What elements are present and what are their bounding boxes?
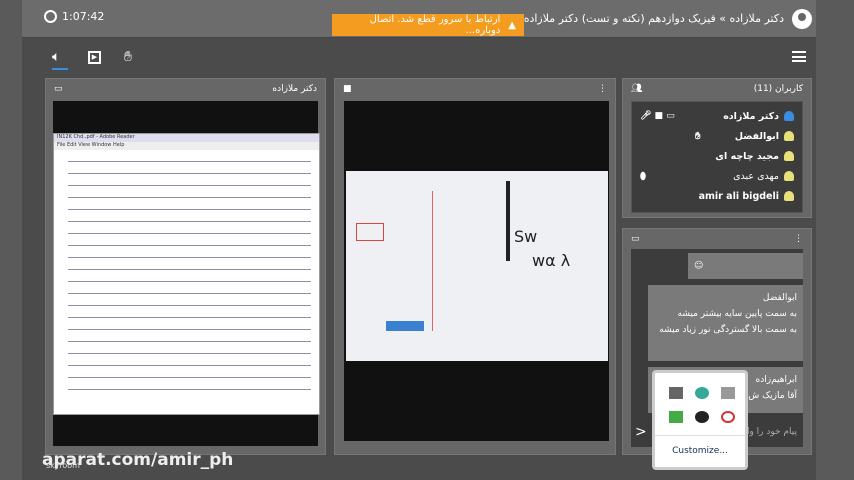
system-tray-popup: Customize... bbox=[652, 370, 748, 470]
document-window: IN12K Chd..pdf - Adobe Reader File Edit … bbox=[53, 133, 320, 415]
settings-icon[interactable] bbox=[721, 387, 735, 399]
user-icon bbox=[784, 151, 794, 161]
disconnected-icon: ⬮ bbox=[640, 170, 646, 182]
clock-icon bbox=[44, 10, 57, 23]
record-icon[interactable] bbox=[721, 411, 735, 423]
user-icon bbox=[784, 111, 794, 121]
doc-title: IN12K Chd..pdf - Adobe Reader bbox=[54, 134, 319, 142]
shared-screen: IN12K Chd..pdf - Adobe Reader File Edit … bbox=[53, 101, 320, 446]
media-icons: 🎤︎ ■ ▭ bbox=[640, 111, 675, 121]
user-item[interactable]: amir ali bigdeli bbox=[640, 186, 794, 206]
user-name: مهدی عبدی bbox=[733, 170, 779, 182]
user-avatar-icon[interactable] bbox=[792, 9, 812, 29]
user-item[interactable]: ✋︎ ابوالفضل bbox=[640, 126, 794, 146]
timer-text: 1:07:42 bbox=[62, 10, 105, 23]
users-panel: 👥︎ کاربران (11) 🎤︎ ■ ▭ دکتر ملازاده ✋︎ ابوا… bbox=[622, 78, 812, 218]
users-icon: 👥︎ bbox=[631, 84, 643, 94]
message-line: به سمت پایین سایه بیشتر میشه bbox=[677, 309, 797, 319]
user-icon bbox=[784, 131, 794, 141]
page-title: دکتر ملازاده » فیزیک دوازدهم (نکته و تست… bbox=[523, 12, 784, 25]
raised-hand-icon: ✋︎ bbox=[695, 130, 701, 142]
user-name: مجید چاچه ای bbox=[715, 150, 779, 162]
video-camera-icon: ■ bbox=[343, 84, 352, 94]
user-icon bbox=[784, 171, 794, 181]
whiteboard: Sw wα λ bbox=[346, 171, 608, 361]
brand-logo: skyroom bbox=[46, 461, 80, 470]
raise-hand-icon[interactable]: ✋︎ bbox=[124, 49, 132, 65]
video-panel: ■ ⋮ Sw wα λ bbox=[334, 78, 616, 455]
chat-options-icon[interactable]: ⋮ bbox=[794, 234, 803, 244]
menu-icon[interactable] bbox=[792, 51, 806, 62]
screen-share-panel: ▭ دکتر ملازاده IN12K Chd..pdf - Adobe Rea… bbox=[45, 78, 326, 455]
message-line: به سمت بالا گسترد‌گی نور زیاد میشه bbox=[659, 325, 797, 335]
message-sender: ابوالفضل bbox=[762, 293, 797, 303]
user-name: دکتر ملازاده bbox=[723, 110, 779, 122]
top-bar: 1:07:42 ▲ ارتباط با سرور قطع شد. اتصال دو… bbox=[22, 0, 816, 38]
panel-title: دکتر ملازاده bbox=[272, 84, 317, 94]
webcam-video: Sw wα λ bbox=[344, 101, 609, 441]
customize-link[interactable]: Customize... bbox=[655, 435, 745, 456]
connection-warning[interactable]: ▲ ارتباط با سرور قطع شد. اتصال دوباره... bbox=[332, 14, 524, 36]
network-icon[interactable] bbox=[669, 387, 683, 399]
chat-icon: ▭ bbox=[631, 234, 640, 244]
user-name: amir ali bigdeli bbox=[698, 190, 779, 202]
app-icon[interactable] bbox=[695, 411, 709, 423]
browser-icon[interactable] bbox=[695, 387, 709, 399]
session-timer: 1:07:42 bbox=[44, 10, 104, 23]
presentation-icon[interactable]: ▶ bbox=[88, 51, 101, 64]
user-icon bbox=[784, 191, 794, 201]
users-title: کاربران (11) bbox=[753, 84, 803, 94]
user-name: ابوالفضل bbox=[734, 130, 779, 142]
user-item[interactable]: ⬮ مهدی عبدی bbox=[640, 166, 794, 186]
user-list: 🎤︎ ■ ▭ دکتر ملازاده ✋︎ ابوالفضل مجید چاچه … bbox=[631, 101, 803, 213]
user-item[interactable]: مجید چاچه ای bbox=[640, 146, 794, 166]
speaker-icon[interactable]: 🔈︎ bbox=[52, 49, 60, 65]
laptop-icon: ▭ bbox=[54, 84, 63, 94]
warning-icon: ▲ bbox=[508, 19, 516, 31]
warning-text: ارتباط با سرور قطع شد. اتصال دوباره... bbox=[369, 14, 501, 36]
toolbar: 🔈︎ ▶ ✋︎ bbox=[22, 39, 816, 75]
more-options-icon[interactable]: ⋮ bbox=[598, 84, 607, 94]
active-indicator bbox=[52, 68, 68, 70]
nvidia-icon[interactable] bbox=[669, 411, 683, 423]
doc-menu: File Edit View Window Help bbox=[54, 142, 319, 150]
emoji-message: ☺ bbox=[688, 253, 803, 279]
user-item[interactable]: 🎤︎ ■ ▭ دکتر ملازاده bbox=[640, 106, 794, 126]
chat-message: ابوالفضل به سمت پایین سایه بیشتر میشه به س… bbox=[648, 285, 803, 361]
send-icon[interactable]: < bbox=[635, 424, 647, 440]
